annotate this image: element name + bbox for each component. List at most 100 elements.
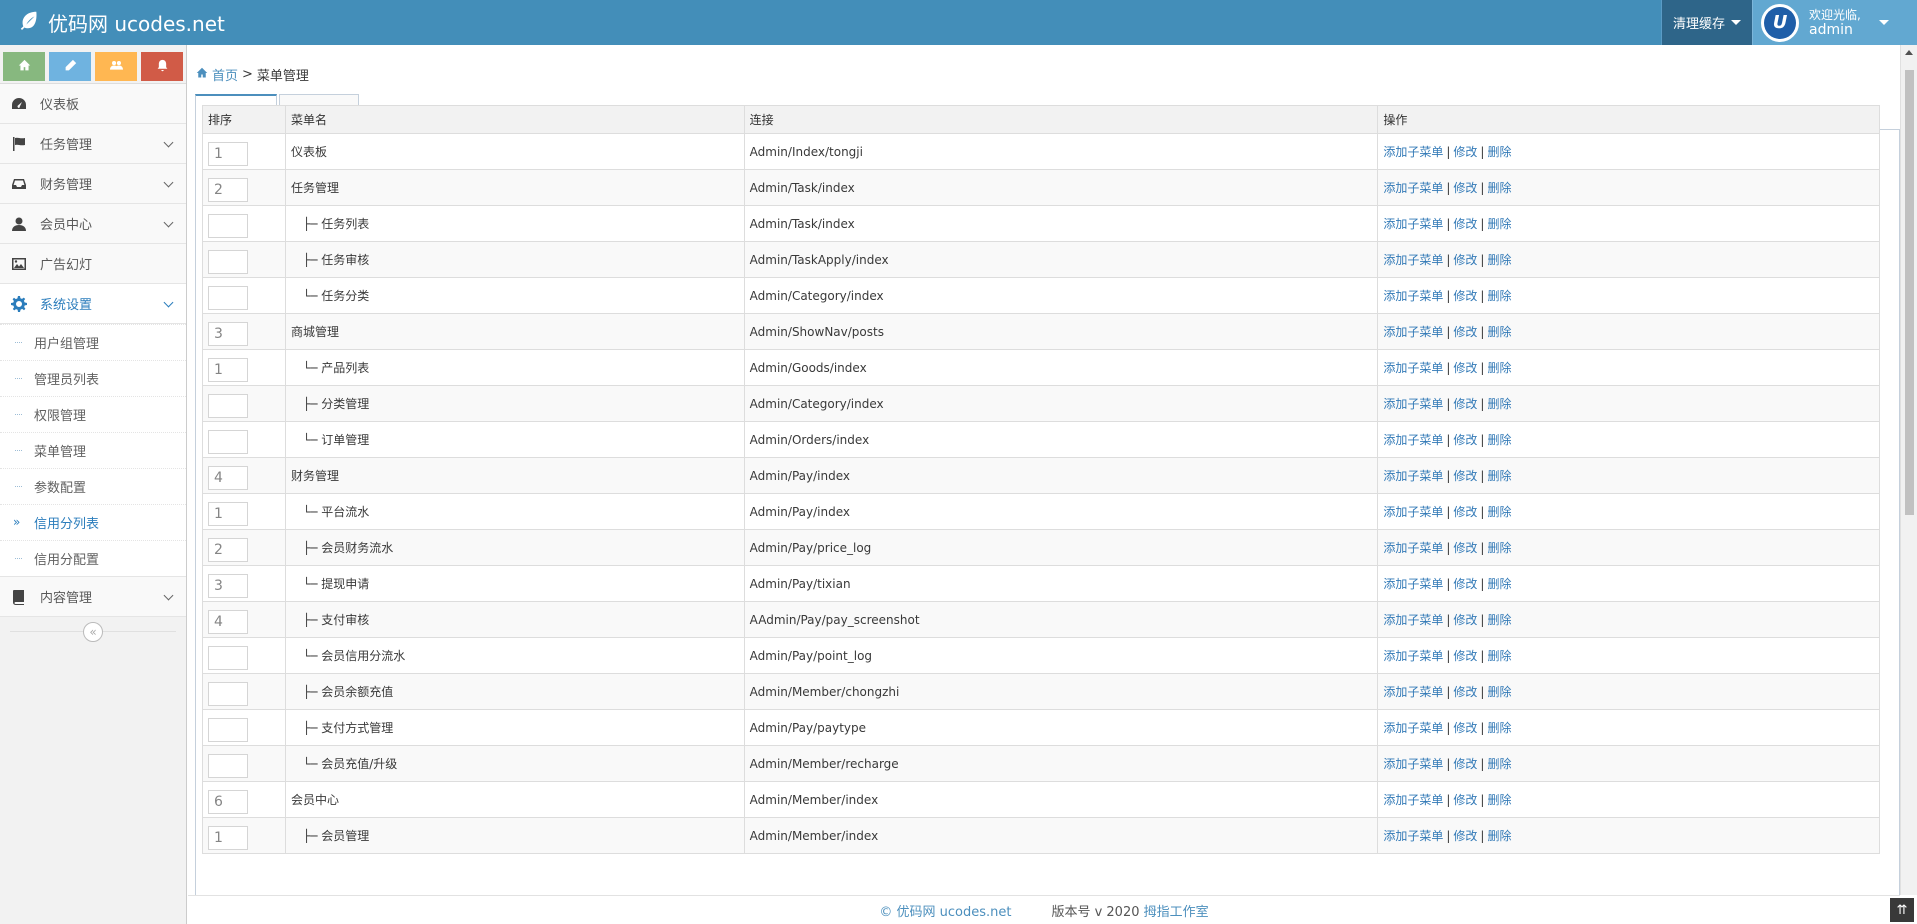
delete-link[interactable]: 删除	[1487, 325, 1511, 339]
edit-link[interactable]: 修改	[1453, 469, 1477, 483]
delete-link[interactable]: 删除	[1487, 757, 1511, 771]
clear-cache-dropdown[interactable]: 清理缓存	[1661, 0, 1752, 45]
edit-link[interactable]: 修改	[1453, 577, 1477, 591]
sort-input[interactable]	[208, 681, 248, 706]
sidebar-item-tasks[interactable]: 任务管理	[0, 124, 186, 164]
delete-link[interactable]: 删除	[1487, 505, 1511, 519]
sort-input[interactable]	[208, 465, 248, 490]
add-child-menu-link[interactable]: 添加子菜单	[1383, 541, 1443, 555]
shortcut-users-button[interactable]	[95, 52, 137, 81]
edit-link[interactable]: 修改	[1453, 217, 1477, 231]
sort-input[interactable]	[208, 393, 248, 418]
submenu-item-credit-list[interactable]: » 信用分列表	[0, 504, 186, 540]
edit-link[interactable]: 修改	[1453, 289, 1477, 303]
delete-link[interactable]: 删除	[1487, 649, 1511, 663]
submenu-item-credit-config[interactable]: 信用分配置	[0, 540, 186, 576]
add-child-menu-link[interactable]: 添加子菜单	[1383, 613, 1443, 627]
sidebar-item-content[interactable]: 内容管理	[0, 577, 186, 617]
edit-link[interactable]: 修改	[1453, 721, 1477, 735]
shortcut-edit-button[interactable]	[49, 52, 91, 81]
breadcrumb-home-link[interactable]: 首页	[196, 65, 238, 84]
add-child-menu-link[interactable]: 添加子菜单	[1383, 757, 1443, 771]
edit-link[interactable]: 修改	[1453, 613, 1477, 627]
add-child-menu-link[interactable]: 添加子菜单	[1383, 793, 1443, 807]
shortcut-notifications-button[interactable]	[141, 52, 183, 81]
add-child-menu-link[interactable]: 添加子菜单	[1383, 649, 1443, 663]
collapse-sidebar-button[interactable]: «	[83, 622, 103, 642]
brand[interactable]: 优码网 ucodes.net	[18, 0, 225, 45]
submenu-item-parameters[interactable]: 参数配置	[0, 468, 186, 504]
edit-link[interactable]: 修改	[1453, 757, 1477, 771]
delete-link[interactable]: 删除	[1487, 217, 1511, 231]
delete-link[interactable]: 删除	[1487, 289, 1511, 303]
edit-link[interactable]: 修改	[1453, 253, 1477, 267]
sort-input[interactable]	[208, 213, 248, 238]
add-child-menu-link[interactable]: 添加子菜单	[1383, 469, 1443, 483]
edit-link[interactable]: 修改	[1453, 685, 1477, 699]
sort-input[interactable]	[208, 537, 248, 562]
add-child-menu-link[interactable]: 添加子菜单	[1383, 829, 1443, 843]
delete-link[interactable]: 删除	[1487, 253, 1511, 267]
delete-link[interactable]: 删除	[1487, 433, 1511, 447]
submenu-item-permissions[interactable]: 权限管理	[0, 396, 186, 432]
add-child-menu-link[interactable]: 添加子菜单	[1383, 685, 1443, 699]
footer-studio-link[interactable]: 拇指工作室	[1144, 905, 1209, 920]
sort-input[interactable]	[208, 825, 248, 850]
sort-input[interactable]	[208, 645, 248, 670]
submenu-item-admin-list[interactable]: 管理员列表	[0, 360, 186, 396]
delete-link[interactable]: 删除	[1487, 181, 1511, 195]
delete-link[interactable]: 删除	[1487, 397, 1511, 411]
sort-input[interactable]	[208, 141, 248, 166]
delete-link[interactable]: 删除	[1487, 469, 1511, 483]
scrollbar-thumb[interactable]	[1905, 70, 1914, 515]
sort-input[interactable]	[208, 285, 248, 310]
delete-link[interactable]: 删除	[1487, 613, 1511, 627]
add-child-menu-link[interactable]: 添加子菜单	[1383, 397, 1443, 411]
submenu-item-user-groups[interactable]: 用户组管理	[0, 324, 186, 360]
add-child-menu-link[interactable]: 添加子菜单	[1383, 289, 1443, 303]
delete-link[interactable]: 删除	[1487, 541, 1511, 555]
sort-input[interactable]	[208, 501, 248, 526]
sort-input[interactable]	[208, 609, 248, 634]
delete-link[interactable]: 删除	[1487, 721, 1511, 735]
back-to-top-button[interactable]: ⇈	[1890, 898, 1914, 922]
sort-input[interactable]	[208, 357, 248, 382]
add-child-menu-link[interactable]: 添加子菜单	[1383, 361, 1443, 375]
sidebar-item-ads[interactable]: 广告幻灯	[0, 244, 186, 284]
add-child-menu-link[interactable]: 添加子菜单	[1383, 505, 1443, 519]
delete-link[interactable]: 删除	[1487, 145, 1511, 159]
edit-link[interactable]: 修改	[1453, 649, 1477, 663]
sidebar-item-members[interactable]: 会员中心	[0, 204, 186, 244]
delete-link[interactable]: 删除	[1487, 361, 1511, 375]
edit-link[interactable]: 修改	[1453, 541, 1477, 555]
add-child-menu-link[interactable]: 添加子菜单	[1383, 721, 1443, 735]
sort-input[interactable]	[208, 717, 248, 742]
delete-link[interactable]: 删除	[1487, 829, 1511, 843]
add-child-menu-link[interactable]: 添加子菜单	[1383, 217, 1443, 231]
user-menu[interactable]: U 欢迎光临, admin	[1752, 0, 1917, 45]
edit-link[interactable]: 修改	[1453, 793, 1477, 807]
edit-link[interactable]: 修改	[1453, 433, 1477, 447]
add-child-menu-link[interactable]: 添加子菜单	[1383, 253, 1443, 267]
sidebar-item-system-settings[interactable]: 系统设置	[0, 284, 186, 324]
add-child-menu-link[interactable]: 添加子菜单	[1383, 325, 1443, 339]
add-child-menu-link[interactable]: 添加子菜单	[1383, 145, 1443, 159]
edit-link[interactable]: 修改	[1453, 829, 1477, 843]
sidebar-item-dashboard[interactable]: 仪表板	[0, 84, 186, 124]
shortcut-home-button[interactable]	[3, 52, 45, 81]
delete-link[interactable]: 删除	[1487, 685, 1511, 699]
edit-link[interactable]: 修改	[1453, 181, 1477, 195]
sort-input[interactable]	[208, 321, 248, 346]
submenu-item-menu-management[interactable]: 菜单管理	[0, 432, 186, 468]
sort-input[interactable]	[208, 789, 248, 814]
sort-input[interactable]	[208, 573, 248, 598]
sort-input[interactable]	[208, 249, 248, 274]
add-child-menu-link[interactable]: 添加子菜单	[1383, 433, 1443, 447]
add-child-menu-link[interactable]: 添加子菜单	[1383, 181, 1443, 195]
page-scrollbar[interactable]	[1900, 45, 1917, 895]
edit-link[interactable]: 修改	[1453, 325, 1477, 339]
delete-link[interactable]: 删除	[1487, 793, 1511, 807]
delete-link[interactable]: 删除	[1487, 577, 1511, 591]
sort-input[interactable]	[208, 753, 248, 778]
sidebar-item-finance[interactable]: 财务管理	[0, 164, 186, 204]
